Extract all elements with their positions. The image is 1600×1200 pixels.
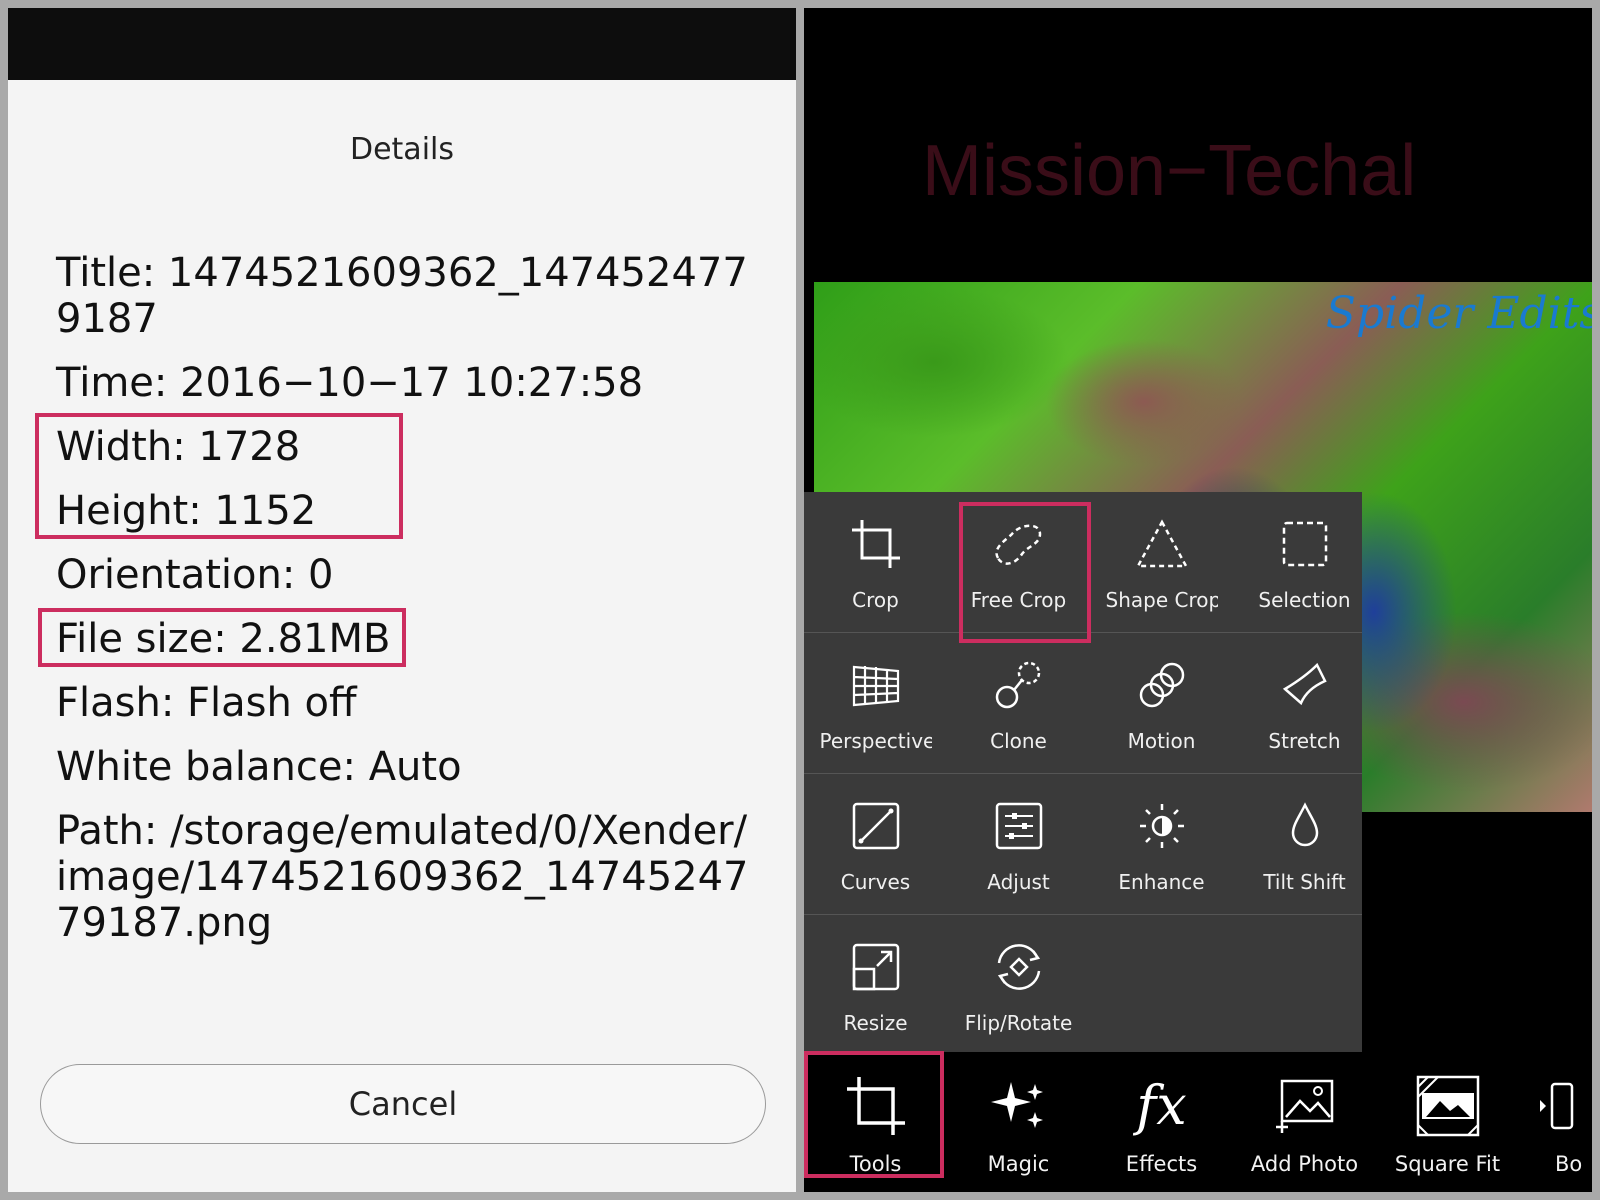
bottom-tab-magic[interactable]: Magic: [947, 1052, 1090, 1192]
clone-icon: [991, 657, 1047, 713]
tool-flip-rotate[interactable]: Flip/Rotate: [947, 915, 1090, 1055]
tool-shape-crop[interactable]: Shape Crop: [1090, 492, 1233, 632]
details-list: Title: 1474521609362_1474524779187 Time:…: [56, 250, 756, 964]
free-crop-highlight-box: [959, 502, 1091, 643]
tilt-shift-icon: [1277, 798, 1333, 854]
tool-label: Perspective: [819, 729, 932, 753]
tool-perspective[interactable]: Perspective: [804, 633, 947, 773]
detail-time: Time: 2016−10−17 10:27:58: [56, 360, 644, 406]
status-bar: [8, 8, 796, 80]
enhance-icon: [1134, 798, 1190, 854]
bottom-tab-label: Square Fit: [1394, 1152, 1501, 1176]
tool-enhance[interactable]: Enhance: [1090, 774, 1233, 914]
sparkle-icon: [985, 1072, 1053, 1140]
bottom-tab-square-fit[interactable]: Square Fit: [1376, 1052, 1519, 1192]
tool-label: Selection: [1258, 588, 1351, 612]
photo-logo: Spider Edits: [1325, 288, 1592, 339]
stretch-icon: [1277, 657, 1333, 713]
bottom-tab-label: Effects: [1125, 1152, 1198, 1176]
tool-label: Motion: [1127, 729, 1196, 753]
motion-icon: [1134, 657, 1190, 713]
flip-rotate-icon: [991, 939, 1047, 995]
fx-icon: fx: [1136, 1074, 1187, 1137]
detail-flash: Flash: Flash off: [56, 680, 357, 726]
adjust-icon: [991, 798, 1047, 854]
tool-label: Crop: [852, 588, 899, 612]
bottom-tab-border[interactable]: Bo: [1519, 1052, 1592, 1192]
tools-row: Resize Flip/Rotate: [804, 915, 1362, 1056]
shape-crop-icon: [1134, 516, 1190, 572]
detail-title: Title: 1474521609362_1474524779187: [56, 250, 748, 342]
tool-motion[interactable]: Motion: [1090, 633, 1233, 773]
bottom-tab-effects[interactable]: fx Effects: [1090, 1052, 1233, 1192]
curves-icon: [848, 798, 904, 854]
detail-white-balance: White balance: Auto: [56, 744, 462, 790]
bottom-tab-label: Add Photo: [1250, 1152, 1359, 1176]
tool-resize[interactable]: Resize: [804, 915, 947, 1055]
watermark-text: Mission−Techal: [922, 131, 1417, 211]
bottom-tab-label: Bo: [1555, 1152, 1583, 1176]
tool-tilt-shift[interactable]: Tilt Shift: [1233, 774, 1376, 914]
tool-label: Adjust: [987, 870, 1050, 894]
tool-selection[interactable]: Selection: [1233, 492, 1376, 632]
tool-label: Tilt Shift: [1263, 870, 1346, 894]
detail-path: Path: /storage/emulated/0/Xender/image/1…: [56, 808, 749, 946]
detail-orientation: Orientation: 0: [56, 552, 334, 598]
resize-icon: [848, 939, 904, 995]
dimensions-highlight-box: [35, 413, 403, 539]
tool-crop[interactable]: Crop: [804, 492, 947, 632]
file-size-highlight-box: [38, 608, 406, 667]
tool-label: Shape Crop: [1105, 588, 1218, 612]
perspective-icon: [848, 657, 904, 713]
tool-label: Enhance: [1118, 870, 1205, 894]
tools-tab-highlight-box: [804, 1051, 944, 1178]
cancel-button[interactable]: Cancel: [40, 1064, 766, 1144]
crop-icon: [848, 516, 904, 572]
dialog-title: Details: [349, 132, 454, 167]
tool-curves[interactable]: Curves: [804, 774, 947, 914]
selection-icon: [1277, 516, 1333, 572]
add-photo-icon: [1271, 1072, 1339, 1140]
tools-row: Curves Adjust Enhance Tilt Shift: [804, 774, 1362, 915]
tool-stretch[interactable]: Stretch: [1233, 633, 1376, 773]
editor-screen: Mission−Techal Spider Edits Crop Free Cr…: [804, 8, 1592, 1192]
details-screen: Details Title: 1474521609362_14745247791…: [8, 8, 796, 1192]
tool-label: Clone: [990, 729, 1047, 753]
square-fit-icon: [1414, 1072, 1482, 1140]
tool-label: Flip/Rotate: [964, 1011, 1073, 1035]
bottom-tab-add-photo[interactable]: Add Photo: [1233, 1052, 1376, 1192]
tool-adjust[interactable]: Adjust: [947, 774, 1090, 914]
tool-label: Stretch: [1268, 729, 1341, 753]
tool-label: Curves: [840, 870, 911, 894]
tool-label: Resize: [843, 1011, 908, 1035]
tool-clone[interactable]: Clone: [947, 633, 1090, 773]
border-icon: [1536, 1072, 1592, 1140]
tools-row: Perspective Clone Motion Stretch: [804, 633, 1362, 774]
bottom-tab-label: Magic: [987, 1152, 1050, 1176]
